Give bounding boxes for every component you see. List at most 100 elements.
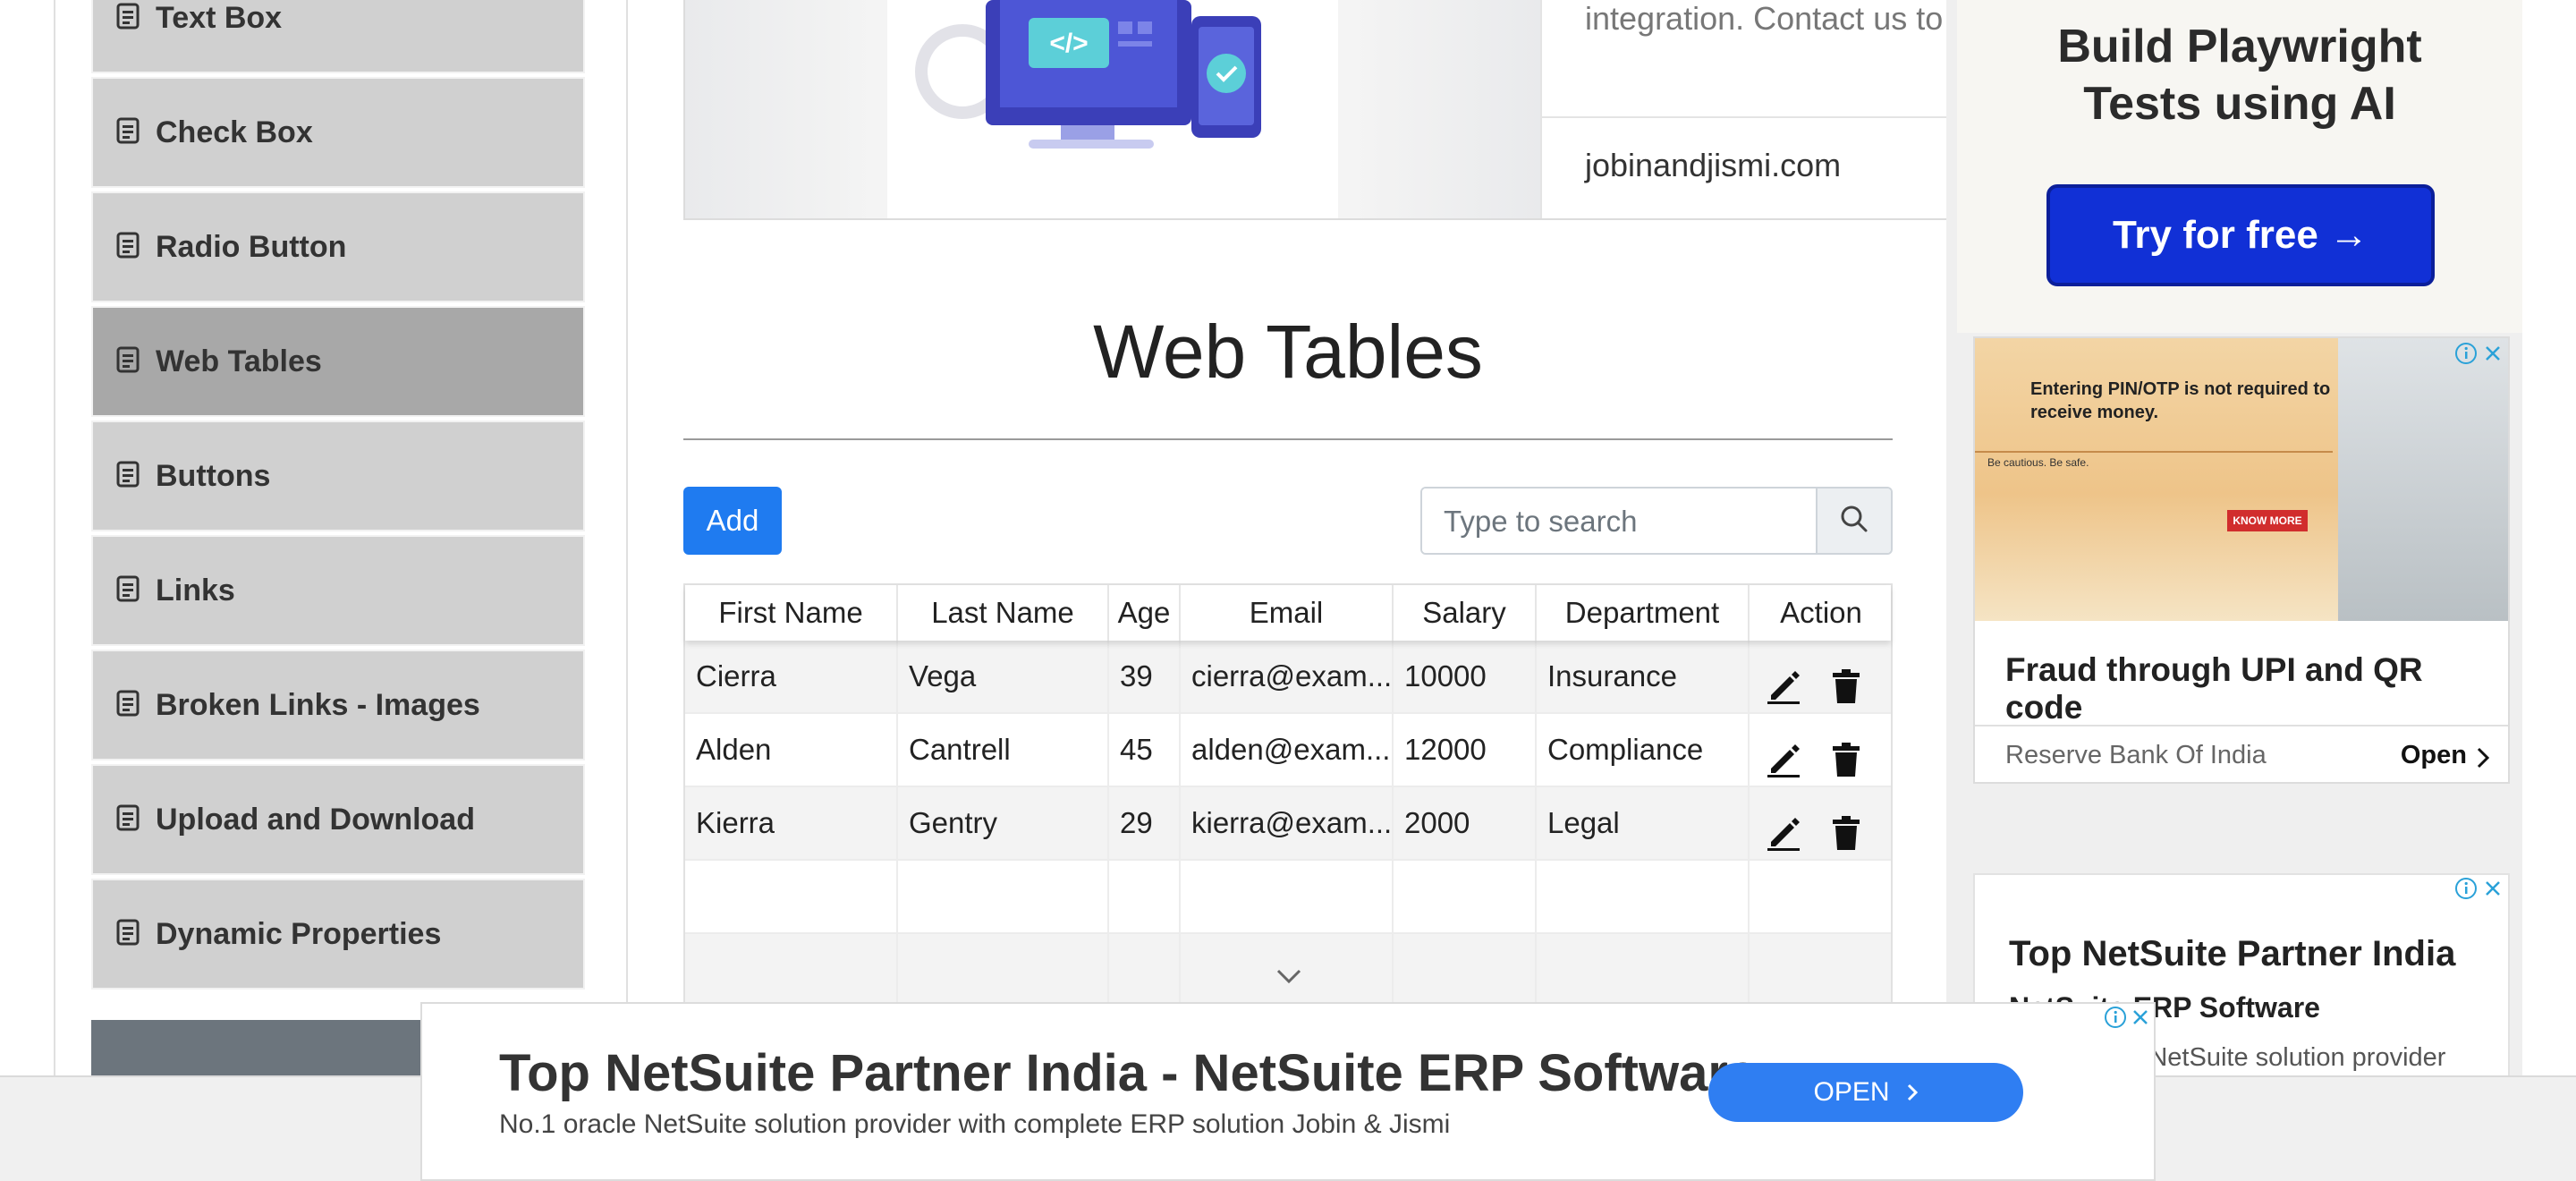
svg-text:</>: </> <box>1049 29 1088 58</box>
sidebar-item-label: Links <box>156 573 235 607</box>
pencil-icon[interactable] <box>1766 732 1801 777</box>
cell-last-name: Cantrell <box>898 714 1109 786</box>
sidebar-item-broken-links[interactable]: Broken Links - Images <box>91 650 585 760</box>
sidebar-item-text-box[interactable]: Text Box <box>91 0 585 73</box>
chevron-down-icon[interactable] <box>1271 965 1307 987</box>
bottom-ad-title[interactable]: Top NetSuite Partner India - NetSuite ER… <box>499 1043 1757 1103</box>
close-icon[interactable] <box>2481 342 2504 365</box>
chevron-right-icon <box>1907 1083 1918 1101</box>
file-code-icon <box>116 804 143 835</box>
ad-info-icon[interactable] <box>2454 342 2478 365</box>
rbi-ad-headline: Entering PIN/OTP is not required to rece… <box>2030 379 2331 422</box>
table-row: Alden Cantrell 45 alden@exam... 12000 Co… <box>685 714 1891 787</box>
search-icon <box>1839 504 1869 539</box>
sidebar-item-label: Upload and Download <box>156 802 475 837</box>
sidebar-item-label: Radio Button <box>156 229 347 264</box>
sidebar-item-check-box[interactable]: Check Box <box>91 77 585 188</box>
close-icon[interactable] <box>2129 1006 2152 1029</box>
trash-icon[interactable] <box>1828 658 1864 703</box>
rbi-open-button[interactable]: Open <box>2401 741 2467 770</box>
cell-department: Insurance <box>1537 641 1750 712</box>
search-button[interactable] <box>1816 489 1891 553</box>
cell-action <box>1750 787 1893 859</box>
column-header-email[interactable]: Email <box>1181 585 1394 641</box>
cell-email: alden@exam... <box>1181 714 1394 786</box>
column-header-age[interactable]: Age <box>1109 585 1181 641</box>
table-row: Cierra Vega 39 cierra@exam... 10000 Insu… <box>685 641 1891 714</box>
playwright-ad[interactable]: Build Playwright Tests using AI Try for … <box>1957 0 2522 333</box>
cell-department: Legal <box>1537 787 1750 859</box>
cell-first-name: Kierra <box>685 787 898 859</box>
cell-last-name: Vega <box>898 641 1109 712</box>
banner-domain[interactable]: jobinandjismi.com <box>1585 147 1841 184</box>
open-button[interactable]: OPEN <box>1708 1063 2023 1122</box>
file-code-icon <box>116 117 143 148</box>
title-divider <box>683 438 1893 440</box>
cell-email: kierra@exam... <box>1181 787 1394 859</box>
sidebar-item-upload-download[interactable]: Upload and Download <box>91 764 585 875</box>
sidebar-item-label: Text Box <box>156 0 283 35</box>
cell-department: Compliance <box>1537 714 1750 786</box>
ad-person-image <box>2338 338 2508 621</box>
ad-info-icon[interactable] <box>2104 1006 2127 1029</box>
ad-info-icon[interactable] <box>2454 877 2478 900</box>
netsuite-side-title: Top NetSuite Partner India <box>2009 934 2456 973</box>
file-code-icon <box>116 575 143 606</box>
sidebar-item-links[interactable]: Links <box>91 535 585 646</box>
cell-salary: 10000 <box>1394 641 1537 712</box>
sidebar-item-label: Broken Links - Images <box>156 687 480 722</box>
trash-icon[interactable] <box>1828 732 1864 777</box>
sidebar-item-dynamic-properties[interactable]: Dynamic Properties <box>91 879 585 990</box>
sidebar-item-web-tables[interactable]: Web Tables <box>91 306 585 417</box>
pencil-icon[interactable] <box>1766 658 1801 704</box>
cell-age: 45 <box>1109 714 1181 786</box>
table-row: Kierra Gentry 29 kierra@exam... 2000 Leg… <box>685 787 1891 861</box>
column-header-first-name[interactable]: First Name <box>685 585 898 641</box>
column-header-salary[interactable]: Salary <box>1394 585 1537 641</box>
close-icon[interactable] <box>2481 877 2504 900</box>
sidebar-item-buttons[interactable]: Buttons <box>91 421 585 531</box>
rbi-ad-caution: Be cautious. Be safe. <box>1987 456 2089 469</box>
try-for-free-button[interactable]: Try for free → <box>2046 184 2435 286</box>
rbi-know-more: KNOW MORE <box>2227 510 2308 531</box>
sidebar-item-label: Check Box <box>156 115 313 149</box>
column-header-last-name[interactable]: Last Name <box>898 585 1109 641</box>
banner-ad[interactable]: </> integration. Contact us to jobinandj… <box>683 0 1953 220</box>
cell-action <box>1750 641 1893 712</box>
table-header: First Name Last Name Age Email Salary De… <box>685 585 1891 641</box>
open-button-label: OPEN <box>1813 1077 1890 1107</box>
banner-divider <box>1540 116 1952 118</box>
cell-salary: 2000 <box>1394 787 1537 859</box>
page-title: Web Tables <box>1093 310 1483 394</box>
trash-icon[interactable] <box>1828 805 1864 850</box>
sidebar-item-radio-button[interactable]: Radio Button <box>91 191 585 302</box>
rbi-ad[interactable]: Entering PIN/OTP is not required to rece… <box>1973 336 2510 784</box>
rbi-ad-title[interactable]: Fraud through UPI and QR code <box>2005 651 2508 726</box>
column-header-department[interactable]: Department <box>1537 585 1750 641</box>
search-box <box>1420 487 1893 555</box>
column-header-action: Action <box>1780 596 1862 629</box>
banner-text: integration. Contact us to <box>1585 0 1944 37</box>
playwright-ad-title: Build Playwright Tests using AI <box>2057 21 2422 130</box>
cell-first-name: Alden <box>685 714 898 786</box>
table-row-empty <box>685 861 1891 934</box>
search-input[interactable] <box>1422 489 1843 553</box>
rbi-ad-image: Entering PIN/OTP is not required to rece… <box>1975 338 2508 621</box>
file-code-icon <box>116 690 143 720</box>
file-code-icon <box>116 346 143 377</box>
banner-illustration: </> <box>685 0 1540 218</box>
cell-last-name: Gentry <box>898 787 1109 859</box>
file-code-icon <box>116 919 143 949</box>
pencil-icon[interactable] <box>1766 805 1801 851</box>
cell-action <box>1750 714 1893 786</box>
file-code-icon <box>116 3 143 33</box>
bottom-ad-desc: No.1 oracle NetSuite solution provider w… <box>499 1109 1451 1139</box>
cell-email: cierra@exam... <box>1181 641 1394 712</box>
sidebar-item-label: Web Tables <box>156 344 322 378</box>
add-button[interactable]: Add <box>683 487 782 555</box>
banner-divider-vertical <box>1540 0 1542 218</box>
bottom-sticky-ad[interactable]: Top NetSuite Partner India - NetSuite ER… <box>420 1002 2156 1181</box>
devices-illustration: </> <box>887 0 1338 218</box>
chevron-right-icon <box>2476 746 2490 769</box>
sidebar-item-label: Buttons <box>156 458 271 493</box>
